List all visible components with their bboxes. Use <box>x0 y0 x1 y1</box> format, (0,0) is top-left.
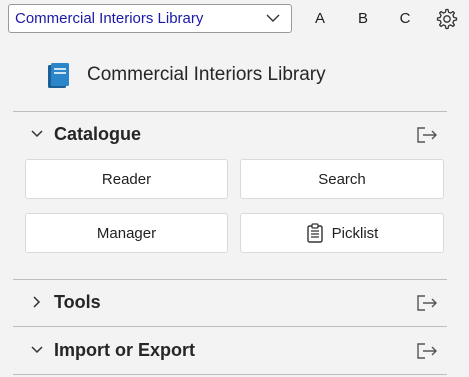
library-select-value: Commercial Interiors Library <box>15 10 204 27</box>
section-label-import-export: Import or Export <box>54 340 196 360</box>
chevron-right-icon <box>29 294 45 310</box>
section-label-tools: Tools <box>54 292 101 312</box>
section-label-catalogue: Catalogue <box>54 124 142 144</box>
chevron-down-icon <box>29 342 45 358</box>
panel-header: Commercial Interiors Library <box>13 38 459 111</box>
export-icon[interactable] <box>415 341 439 361</box>
gear-icon[interactable] <box>433 6 459 32</box>
section-header-tools[interactable]: Tools <box>13 283 447 323</box>
chevron-down-icon <box>29 126 45 142</box>
top-bar: Commercial Interiors Library A B C <box>0 0 469 38</box>
divider <box>13 326 447 327</box>
export-icon[interactable] <box>415 125 439 145</box>
export-icon[interactable] <box>415 293 439 313</box>
filter-button-b[interactable]: B <box>351 6 375 30</box>
picklist-button-label: Picklist <box>331 224 379 242</box>
filter-button-c[interactable]: C <box>393 6 417 30</box>
search-button[interactable]: Search <box>240 159 444 199</box>
reader-button[interactable]: Reader <box>25 159 228 199</box>
section-header-import-export[interactable]: Import or Export <box>13 331 447 371</box>
section-header-catalogue[interactable]: Catalogue <box>13 115 447 155</box>
filter-button-a[interactable]: A <box>308 6 332 30</box>
panel-title: Commercial Interiors Library <box>87 64 326 85</box>
clipboard-icon <box>306 223 324 243</box>
divider <box>13 111 447 112</box>
divider <box>13 279 447 280</box>
manager-button[interactable]: Manager <box>25 213 228 253</box>
picklist-button[interactable]: Picklist <box>240 213 444 253</box>
divider <box>13 374 447 375</box>
book-icon <box>47 62 71 95</box>
chevron-down-icon <box>261 7 285 31</box>
library-select[interactable]: Commercial Interiors Library <box>8 4 292 33</box>
library-panel: Commercial Interiors Library Catalogue R… <box>13 38 459 377</box>
